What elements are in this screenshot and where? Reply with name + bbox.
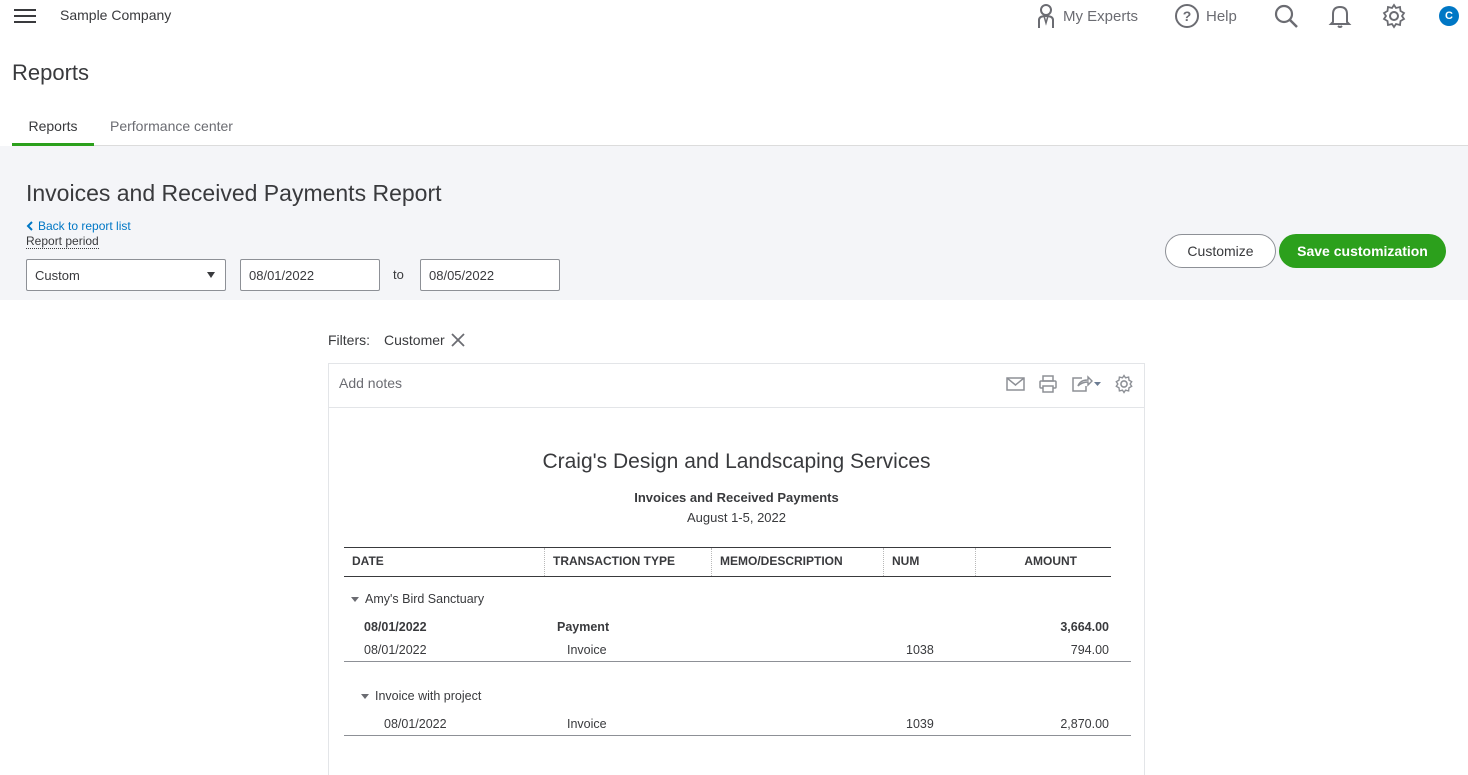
report-date-range: August 1-5, 2022 [686, 510, 787, 525]
top-bar: Sample Company My Experts ? Help C [0, 0, 1468, 32]
table-cell-date: 08/01/2022 [384, 717, 447, 731]
back-link-label: Back to report list [38, 219, 131, 233]
report-tools [1006, 374, 1134, 394]
my-experts-button[interactable]: My Experts [1035, 0, 1138, 32]
account-avatar-button[interactable]: C [1439, 0, 1459, 32]
tab-reports-label: Reports [28, 118, 78, 134]
tab-performance-center-label: Performance center [110, 118, 233, 134]
table-cell-date: 08/01/2022 [364, 620, 427, 634]
caret-down-icon [207, 272, 215, 278]
tab-bar: Reports Performance center [12, 108, 1468, 146]
group-label: Amy's Bird Sanctuary [365, 592, 485, 606]
to-label: to [393, 267, 404, 282]
group-label: Invoice with project [375, 689, 482, 703]
filters-label: Filters: [328, 332, 370, 348]
filter-chip-label: Customer [384, 332, 445, 348]
table-cell-num: 1039 [906, 717, 934, 731]
filters-bar: Filters: Customer [328, 331, 467, 349]
tab-reports[interactable]: Reports [12, 108, 94, 146]
caret-down-icon [361, 693, 369, 699]
search-button[interactable] [1273, 0, 1299, 32]
svg-text:?: ? [1183, 8, 1192, 24]
column-header-date[interactable]: DATE [344, 548, 545, 576]
help-button[interactable]: ? Help [1174, 0, 1237, 32]
group-divider [344, 735, 1131, 736]
column-header-amount[interactable]: AMOUNT [976, 548, 1111, 576]
report-period-label: Report period [26, 234, 99, 249]
back-to-report-list-link[interactable]: Back to report list [26, 219, 131, 233]
group-header-invoice-with-project[interactable]: Invoice with project [361, 689, 481, 703]
group-divider [344, 661, 1131, 662]
search-icon [1274, 4, 1298, 28]
table-cell-date: 08/01/2022 [364, 643, 427, 657]
export-icon[interactable] [1070, 374, 1102, 394]
column-header-memo[interactable]: MEMO/DESCRIPTION [712, 548, 884, 576]
report-company-name: Craig's Design and Landscaping Services [542, 450, 931, 473]
table-header: DATE TRANSACTION TYPE MEMO/DESCRIPTION N… [344, 547, 1111, 577]
table-cell-amount: 794.00 [1070, 643, 1109, 657]
group-header-amys-bird-sanctuary[interactable]: Amy's Bird Sanctuary [351, 592, 484, 606]
caret-down-icon [351, 596, 359, 602]
page-title: Reports [12, 60, 90, 85]
print-icon[interactable] [1038, 374, 1058, 394]
bell-icon [1328, 5, 1352, 28]
report-title: Invoices and Received Payments Report [26, 180, 442, 206]
report-period-select[interactable]: Custom [26, 259, 226, 291]
table-cell-type[interactable]: Payment [557, 620, 609, 634]
date-to-input[interactable] [420, 259, 560, 291]
report-header: Invoices and Received Payments Report Ba… [0, 146, 1468, 300]
chevron-left-icon [26, 221, 33, 231]
gear-icon[interactable] [1114, 374, 1134, 394]
date-from-input[interactable] [240, 259, 380, 291]
gear-icon [1382, 3, 1406, 29]
avatar: C [1439, 6, 1459, 26]
table-cell-amount: 3,664.00 [1060, 620, 1109, 634]
save-customization-button[interactable]: Save customization [1279, 234, 1446, 268]
report-name: Invoices and Received Payments [634, 490, 839, 505]
notes-toolbar: Add notes [329, 364, 1144, 408]
column-header-transaction-type[interactable]: TRANSACTION TYPE [545, 548, 712, 576]
notifications-button[interactable] [1328, 0, 1352, 32]
table-cell-num: 1038 [906, 643, 934, 657]
help-label: Help [1206, 7, 1237, 25]
close-icon[interactable] [449, 331, 467, 349]
table-cell-type[interactable]: Invoice [567, 717, 607, 731]
customize-button[interactable]: Customize [1165, 234, 1276, 268]
report-panel: Add notes Craig's Design and Landscaping… [328, 363, 1145, 775]
menu-icon[interactable] [14, 6, 38, 26]
add-notes-link[interactable]: Add notes [339, 375, 402, 391]
my-experts-label: My Experts [1063, 7, 1139, 25]
company-name: Sample Company [60, 7, 172, 23]
table-cell-amount: 2,870.00 [1060, 717, 1109, 731]
person-icon [1038, 4, 1054, 28]
report-period-value: Custom [35, 268, 80, 283]
settings-button[interactable] [1381, 0, 1407, 32]
table-cell-type[interactable]: Invoice [567, 643, 607, 657]
filter-chip-customer: Customer [384, 331, 467, 349]
tab-performance-center[interactable]: Performance center [110, 108, 233, 146]
column-header-num[interactable]: NUM [884, 548, 976, 576]
email-icon[interactable] [1006, 376, 1026, 392]
help-icon: ? [1175, 4, 1199, 28]
